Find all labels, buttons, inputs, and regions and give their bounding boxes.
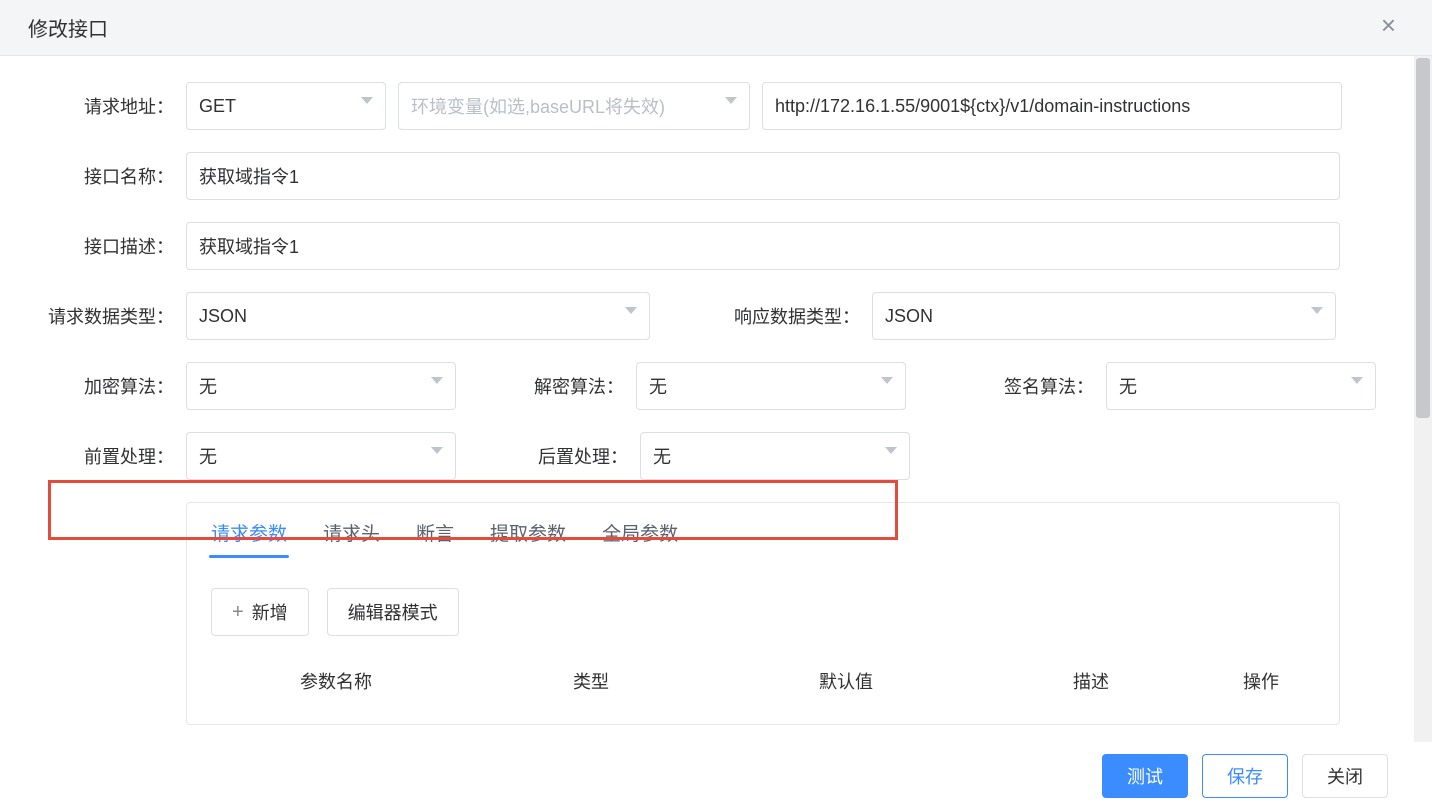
modal-header: 修改接口 × [0, 0, 1432, 56]
add-param-button[interactable]: + 新增 [211, 588, 309, 636]
col-desc: 描述 [971, 668, 1211, 694]
label-sign: 签名算法： [906, 373, 1106, 399]
modal-body: 请求地址： GET 环境变量(如选,baseURL将失效) 接口名称： 接口描述… [0, 56, 1432, 742]
save-button[interactable]: 保存 [1202, 754, 1288, 798]
tab-body: + 新增 编辑器模式 参数名称 类型 默认值 描述 操作 [187, 564, 1339, 724]
param-table-header: 参数名称 类型 默认值 描述 操作 [211, 662, 1315, 700]
row-pre-post-process: 前置处理： 无 后置处理： 无 [0, 432, 1432, 480]
req-data-type-select[interactable]: JSON [186, 292, 650, 340]
chevron-down-icon [431, 377, 443, 384]
decrypt-select[interactable]: 无 [636, 362, 906, 410]
editor-mode-button[interactable]: 编辑器模式 [327, 588, 459, 636]
tab-request-params[interactable]: 请求参数 [211, 519, 287, 556]
tab-actions: + 新增 编辑器模式 [211, 588, 1315, 636]
row-algorithms: 加密算法： 无 解密算法： 无 签名算法： 无 [0, 362, 1432, 410]
resp-data-type-select[interactable]: JSON [872, 292, 1336, 340]
env-placeholder: 环境变量(如选,baseURL将失效) [411, 93, 665, 119]
url-input-wrapper [762, 82, 1342, 130]
tab-global-params[interactable]: 全局参数 [602, 519, 678, 556]
col-action: 操作 [1211, 668, 1311, 694]
method-select[interactable]: GET [186, 82, 386, 130]
label-decrypt: 解密算法： [456, 373, 636, 399]
api-name-input-wrapper [186, 152, 1340, 200]
label-encrypt: 加密算法： [26, 373, 186, 399]
chevron-down-icon [1351, 377, 1363, 384]
tabs-bar: 请求参数 请求头 断言 提取参数 全局参数 [187, 519, 1339, 564]
row-data-types: 请求数据类型： JSON 响应数据类型： JSON [0, 292, 1432, 340]
modal-root: 修改接口 × 请求地址： GET 环境变量(如选,baseURL将失效) 接口名… [0, 0, 1432, 810]
label-request-url: 请求地址： [26, 93, 186, 119]
editor-mode-label: 编辑器模式 [348, 599, 438, 625]
modal-title: 修改接口 [28, 13, 108, 42]
chevron-down-icon [361, 97, 373, 104]
post-process-select[interactable]: 无 [640, 432, 910, 480]
group-resp-type: 响应数据类型： JSON [712, 292, 1336, 340]
label-req-data-type: 请求数据类型： [26, 303, 186, 329]
req-data-type-value: JSON [199, 306, 247, 327]
api-desc-input-wrapper [186, 222, 1340, 270]
scrollbar-thumb[interactable] [1416, 58, 1430, 418]
api-desc-input[interactable] [199, 223, 1327, 269]
row-api-desc: 接口描述： [0, 222, 1432, 270]
encrypt-select[interactable]: 无 [186, 362, 456, 410]
plus-icon: + [232, 601, 244, 624]
save-button-label: 保存 [1227, 763, 1263, 789]
label-resp-data-type: 响应数据类型： [712, 303, 872, 329]
sign-select[interactable]: 无 [1106, 362, 1376, 410]
resp-data-type-value: JSON [885, 306, 933, 327]
sign-value: 无 [1119, 373, 1137, 399]
label-api-name: 接口名称： [26, 163, 186, 189]
group-req-type: 请求数据类型： JSON [26, 292, 650, 340]
label-api-desc: 接口描述： [26, 233, 186, 259]
pre-process-value: 无 [199, 443, 217, 469]
chevron-down-icon [885, 447, 897, 454]
env-select[interactable]: 环境变量(如选,baseURL将失效) [398, 82, 750, 130]
chevron-down-icon [625, 307, 637, 314]
close-button[interactable]: 关闭 [1302, 754, 1388, 798]
close-button-label: 关闭 [1327, 763, 1363, 789]
scrollbar-vertical[interactable] [1414, 56, 1432, 810]
chevron-down-icon [725, 97, 737, 104]
row-api-name: 接口名称： [0, 152, 1432, 200]
close-icon[interactable]: × [1381, 10, 1396, 41]
modal-footer: 测试 保存 关闭 [0, 742, 1432, 810]
col-type: 类型 [461, 668, 721, 694]
col-default: 默认值 [721, 668, 971, 694]
label-pre-process: 前置处理： [26, 443, 186, 469]
chevron-down-icon [881, 377, 893, 384]
pre-process-select[interactable]: 无 [186, 432, 456, 480]
method-value: GET [199, 96, 236, 117]
col-param-name: 参数名称 [211, 668, 461, 694]
add-button-label: 新增 [252, 599, 288, 625]
test-button-label: 测试 [1127, 763, 1163, 789]
tab-assertions[interactable]: 断言 [416, 519, 454, 556]
post-process-value: 无 [653, 443, 671, 469]
encrypt-value: 无 [199, 373, 217, 399]
chevron-down-icon [1311, 307, 1323, 314]
row-request-url: 请求地址： GET 环境变量(如选,baseURL将失效) [0, 82, 1432, 130]
params-tabs-container: 请求参数 请求头 断言 提取参数 全局参数 + 新增 编辑器模式 参数名称 [186, 502, 1340, 725]
tab-request-headers[interactable]: 请求头 [323, 519, 380, 556]
label-post-process: 后置处理： [456, 443, 640, 469]
chevron-down-icon [431, 447, 443, 454]
test-button[interactable]: 测试 [1102, 754, 1188, 798]
decrypt-value: 无 [649, 373, 667, 399]
url-input[interactable] [775, 83, 1329, 129]
tab-extract-params[interactable]: 提取参数 [490, 519, 566, 556]
api-name-input[interactable] [199, 153, 1327, 199]
